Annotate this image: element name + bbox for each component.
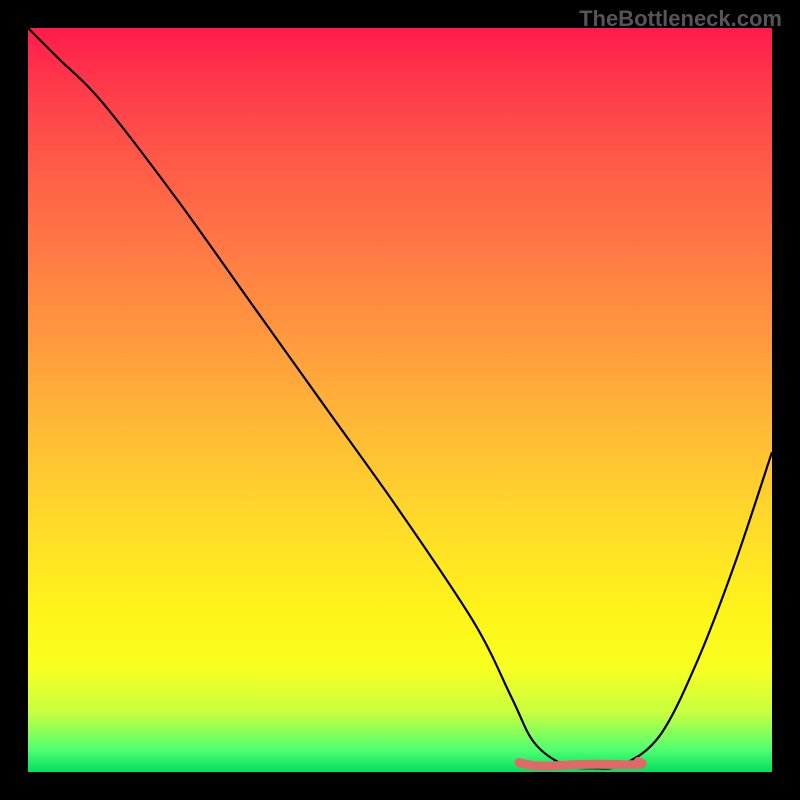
chart-container: TheBottleneck.com xyxy=(0,0,800,800)
minimum-highlight-path xyxy=(519,762,642,767)
plot-area xyxy=(28,28,772,772)
watermark-text: TheBottleneck.com xyxy=(579,6,782,32)
bottleneck-curve-path xyxy=(28,28,772,769)
bottleneck-curve-svg xyxy=(28,28,772,772)
